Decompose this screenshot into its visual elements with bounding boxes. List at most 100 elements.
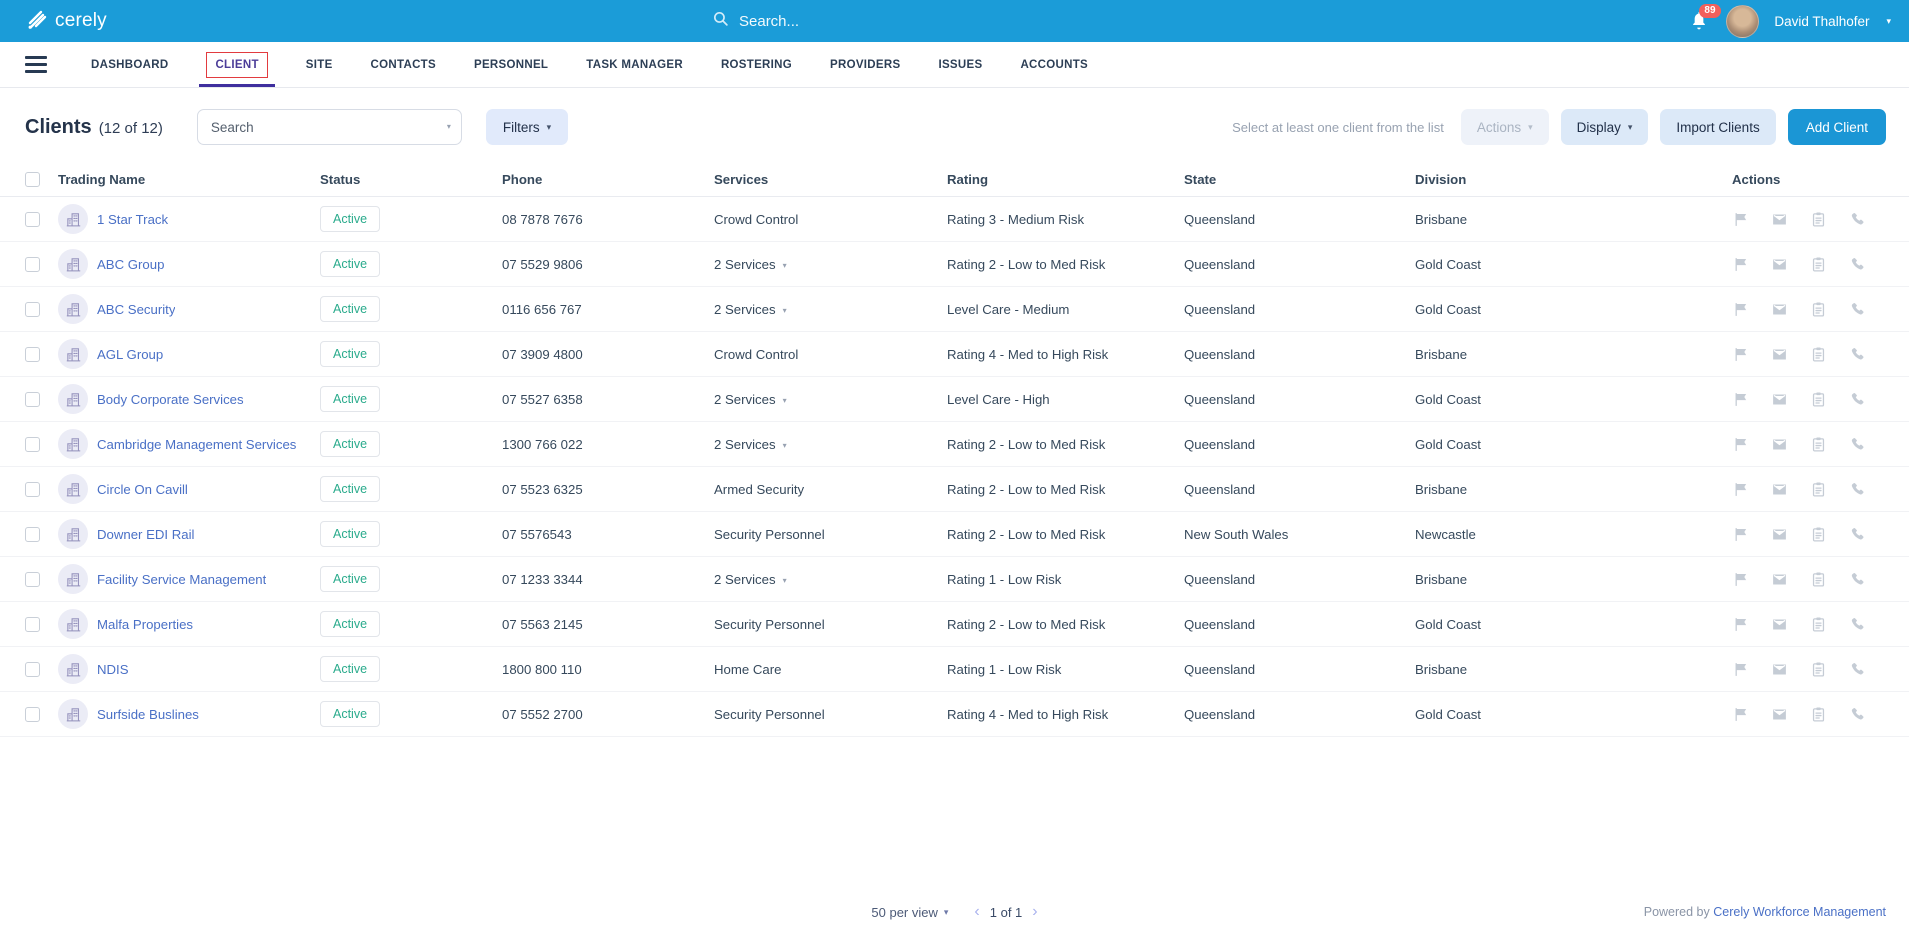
mail-icon[interactable]: [1771, 526, 1788, 543]
mail-icon[interactable]: [1771, 571, 1788, 588]
row-checkbox[interactable]: [25, 661, 40, 677]
nav-item-accounts[interactable]: ACCOUNTS: [1020, 42, 1088, 87]
nav-item-dashboard[interactable]: DASHBOARD: [91, 42, 168, 87]
row-checkbox[interactable]: [25, 481, 40, 497]
notifications-button[interactable]: 89: [1687, 4, 1721, 33]
display-button[interactable]: Display ▾: [1560, 109, 1649, 145]
flag-icon[interactable]: [1732, 661, 1749, 678]
hamburger-menu-icon[interactable]: [25, 42, 47, 87]
mail-icon[interactable]: [1771, 301, 1788, 318]
flag-icon[interactable]: [1732, 571, 1749, 588]
flag-icon[interactable]: [1732, 256, 1749, 273]
client-name-link[interactable]: ABC Group: [97, 257, 164, 272]
mail-icon[interactable]: [1771, 706, 1788, 723]
phone-icon[interactable]: [1849, 571, 1866, 588]
services-dropdown-caret-icon[interactable]: ▾: [783, 306, 787, 315]
clipboard-icon[interactable]: [1810, 481, 1827, 498]
mail-icon[interactable]: [1771, 391, 1788, 408]
clipboard-icon[interactable]: [1810, 391, 1827, 408]
phone-icon[interactable]: [1849, 661, 1866, 678]
client-name-link[interactable]: AGL Group: [97, 347, 163, 362]
mail-icon[interactable]: [1771, 661, 1788, 678]
flag-icon[interactable]: [1732, 391, 1749, 408]
flag-icon[interactable]: [1732, 346, 1749, 363]
next-page-icon[interactable]: ›: [1032, 904, 1037, 920]
actions-button[interactable]: Actions ▾: [1460, 109, 1549, 145]
client-name-link[interactable]: Body Corporate Services: [97, 392, 244, 407]
client-name-link[interactable]: 1 Star Track: [97, 212, 168, 227]
flag-icon[interactable]: [1732, 706, 1749, 723]
phone-icon[interactable]: [1849, 526, 1866, 543]
mail-icon[interactable]: [1771, 481, 1788, 498]
mail-icon[interactable]: [1771, 211, 1788, 228]
phone-icon[interactable]: [1849, 211, 1866, 228]
client-name-link[interactable]: Facility Service Management: [97, 572, 266, 587]
clipboard-icon[interactable]: [1810, 346, 1827, 363]
row-checkbox[interactable]: [25, 346, 40, 362]
clipboard-icon[interactable]: [1810, 616, 1827, 633]
client-search-input[interactable]: [196, 109, 462, 145]
flag-icon[interactable]: [1732, 526, 1749, 543]
services-dropdown-caret-icon[interactable]: ▾: [783, 576, 787, 585]
services-dropdown-caret-icon[interactable]: ▾: [783, 261, 787, 270]
flag-icon[interactable]: [1732, 436, 1749, 453]
row-checkbox[interactable]: [25, 571, 40, 587]
phone-icon[interactable]: [1849, 391, 1866, 408]
nav-item-issues[interactable]: ISSUES: [938, 42, 982, 87]
client-name-link[interactable]: Downer EDI Rail: [97, 527, 194, 542]
client-name-link[interactable]: ABC Security: [97, 302, 175, 317]
client-name-link[interactable]: NDIS: [97, 662, 129, 677]
row-checkbox[interactable]: [25, 301, 40, 317]
import-clients-button[interactable]: Import Clients: [1660, 109, 1776, 145]
clipboard-icon[interactable]: [1810, 211, 1827, 228]
phone-icon[interactable]: [1849, 436, 1866, 453]
mail-icon[interactable]: [1771, 616, 1788, 633]
nav-item-site[interactable]: SITE: [306, 42, 333, 87]
global-search-input[interactable]: [739, 12, 959, 30]
mail-icon[interactable]: [1771, 436, 1788, 453]
phone-icon[interactable]: [1849, 346, 1866, 363]
client-search-caret-icon[interactable]: ▾: [447, 122, 451, 131]
services-dropdown-caret-icon[interactable]: ▾: [783, 441, 787, 450]
row-checkbox[interactable]: [25, 616, 40, 632]
mail-icon[interactable]: [1771, 256, 1788, 273]
flag-icon[interactable]: [1732, 301, 1749, 318]
client-name-link[interactable]: Surfside Buslines: [97, 707, 199, 722]
client-name-link[interactable]: Circle On Cavill: [97, 482, 188, 497]
clipboard-icon[interactable]: [1810, 301, 1827, 318]
row-checkbox[interactable]: [25, 211, 40, 227]
user-avatar[interactable]: [1726, 4, 1760, 38]
phone-icon[interactable]: [1849, 301, 1866, 318]
phone-icon[interactable]: [1849, 256, 1866, 273]
row-checkbox[interactable]: [25, 706, 40, 722]
flag-icon[interactable]: [1732, 616, 1749, 633]
flag-icon[interactable]: [1732, 211, 1749, 228]
prev-page-icon[interactable]: ‹: [974, 904, 979, 920]
row-checkbox[interactable]: [25, 436, 40, 452]
filters-button[interactable]: Filters ▾: [485, 109, 569, 145]
powered-by-link[interactable]: Cerely Workforce Management: [1713, 905, 1886, 919]
nav-item-contacts[interactable]: CONTACTS: [371, 42, 436, 87]
row-checkbox[interactable]: [25, 256, 40, 272]
phone-icon[interactable]: [1849, 706, 1866, 723]
flag-icon[interactable]: [1732, 481, 1749, 498]
nav-item-personnel[interactable]: PERSONNEL: [474, 42, 548, 87]
client-name-link[interactable]: Malfa Properties: [97, 617, 193, 632]
clipboard-icon[interactable]: [1810, 706, 1827, 723]
brand-logo[interactable]: cerely: [24, 7, 107, 36]
select-all-checkbox[interactable]: [25, 172, 40, 187]
clipboard-icon[interactable]: [1810, 661, 1827, 678]
client-name-link[interactable]: Cambridge Management Services: [97, 437, 296, 452]
user-menu-caret-icon[interactable]: ▾: [1886, 16, 1891, 27]
row-checkbox[interactable]: [25, 391, 40, 407]
clipboard-icon[interactable]: [1810, 571, 1827, 588]
nav-item-client[interactable]: CLIENT: [199, 42, 276, 87]
clipboard-icon[interactable]: [1810, 436, 1827, 453]
clipboard-icon[interactable]: [1810, 526, 1827, 543]
nav-item-providers[interactable]: PROVIDERS: [830, 42, 900, 87]
services-dropdown-caret-icon[interactable]: ▾: [783, 396, 787, 405]
add-client-button[interactable]: Add Client: [1787, 109, 1886, 145]
nav-item-task-manager[interactable]: TASK MANAGER: [586, 42, 683, 87]
row-checkbox[interactable]: [25, 526, 40, 542]
clipboard-icon[interactable]: [1810, 256, 1827, 273]
